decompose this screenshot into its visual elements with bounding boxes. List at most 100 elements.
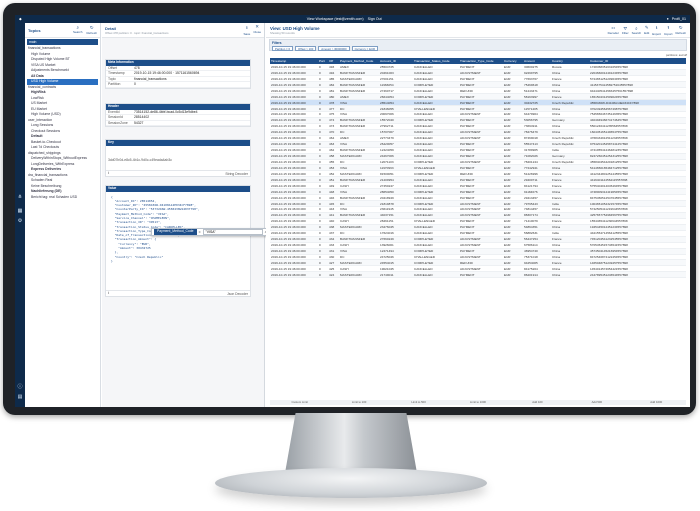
filter-field-chip[interactable]: Payment_Method_Code: [154, 229, 197, 235]
detail-subtitle: Offset 478 partition: 0 · topic: financi…: [105, 30, 169, 35]
top-bar: ◆ View Workspace (test@zenith.com) Sign …: [15, 15, 690, 23]
grid-icon[interactable]: ▦: [18, 209, 23, 214]
header-key: SessionId: [108, 115, 123, 119]
table-cell: 424: [328, 271, 339, 279]
table-row[interactable]: 2019-10-15 19:46:00.000 0 424 MASTERCARD 217…: [270, 271, 686, 279]
limit-button[interactable]: Limit to 1000: [448, 400, 507, 405]
filter-chip[interactable]: Offset > 100: [295, 46, 317, 51]
topics-header: Topics ⌕ Search ↻ Refresh: [25, 23, 100, 38]
limit-button[interactable]: Limit to 500: [389, 400, 448, 405]
sign-out-link[interactable]: Sign Out: [368, 17, 382, 21]
info-icon[interactable]: ⓘ: [18, 385, 23, 390]
meta-row: Partition 0: [106, 82, 250, 88]
download-value-icon[interactable]: ⭳: [108, 291, 109, 297]
value-card: Value { "Account_ID": 28514054, "Custome…: [105, 185, 251, 297]
user-icon: ●: [666, 17, 669, 21]
json-decoder-button[interactable]: Json Decoder: [227, 292, 248, 296]
save-label: Save: [243, 32, 251, 36]
refresh-button[interactable]: ↻ Refresh: [675, 25, 686, 35]
header-card: Header EventId 73514152-de86-4bbf-bcad-0c…: [105, 103, 251, 127]
table-cell: 2019-10-15 19:46:00.000: [270, 271, 318, 279]
header-key: SessionZone: [108, 120, 128, 125]
limit-button[interactable]: Limit to 100: [329, 400, 388, 405]
filter-chip[interactable]: Amount > 30000000: [318, 46, 350, 51]
view-title[interactable]: View: USD High Volume: [270, 26, 320, 31]
search-label: Search: [631, 30, 642, 35]
table-cell: EUR: [503, 271, 523, 279]
filter-button[interactable]: ⛛ Filter: [622, 26, 629, 35]
header-value: 73514152-de86-4bbf-bcad-0c5d13e9dbe4: [134, 109, 198, 114]
save-button[interactable]: ⭳ Save: [243, 24, 250, 36]
edit-label: Edit: [644, 31, 650, 35]
view-panel: View: USD High Volume Showing 50 records…: [266, 23, 690, 407]
close-button[interactable]: ✕ Close: [253, 24, 261, 36]
meta-card: Meta Information Offset 478 Timestamp 2019…: [105, 59, 251, 89]
table-cell: PAYMENT: [459, 271, 503, 279]
user-name[interactable]: Profil_01: [672, 17, 686, 21]
export-icon: ⭳: [655, 25, 658, 30]
monitor-bezel: ◆ View Workspace (test@zenith.com) Sign …: [3, 3, 696, 415]
filter-value-input[interactable]: "VISA": [202, 229, 263, 235]
view-subtitle: Showing 50 records: [270, 30, 295, 35]
table-footer: Custom Limit Limit to 100 Limit to 500 Limi…: [270, 400, 686, 405]
filter-chip[interactable]: Currency = EUR: [351, 46, 379, 51]
topics-refresh-button[interactable]: ↻ Refresh: [86, 25, 97, 35]
meta-value: 0: [134, 82, 136, 86]
refresh-label: Refresh: [86, 31, 97, 35]
limit-button[interactable]: Add 500: [567, 400, 626, 405]
filter-chip[interactable]: Partition = 0: [272, 46, 294, 51]
table-cell: 0: [318, 271, 328, 279]
app-logo-icon[interactable]: ◆: [19, 17, 22, 21]
value-card-footer: ⭳ Json Decoder: [106, 290, 250, 296]
import-icon: ⭱: [667, 25, 670, 30]
table-cell: 21749011: [379, 271, 413, 279]
filters-bar: Filters Partition = 0 Offset > 100 Amount …: [269, 39, 687, 51]
detail-header: Detail Offset 478 partition: 0 · topic: …: [102, 23, 264, 38]
meta-key: Topic: [108, 76, 116, 81]
key-value[interactable]: 3dd07b0d-e8c5-4b1c-9d0c-c49eada4ab3c: [106, 146, 250, 162]
table-cell: CANCELLED: [413, 271, 459, 279]
records-table: Timestamp Part Off Payment_Method_Code Accou…: [270, 58, 686, 279]
filter-popup: Payment_Method_Code = "VISA" ⌕ ⊕: [151, 228, 285, 236]
header-value: 28514402: [134, 115, 150, 119]
edit-button[interactable]: ✎ Edit: [644, 25, 649, 35]
meta-key: Offset: [108, 65, 117, 70]
monitor-stand-base: [215, 468, 487, 498]
key-card: Key 3dd07b0d-e8c5-4b1c-9d0c-c49eada4ab3c…: [105, 139, 251, 177]
left-rail: ⋔ ▦ ⚙ ⓘ ▤: [15, 23, 25, 407]
decoder-button[interactable]: ⚏ Decoder: [608, 25, 619, 35]
topic-tree: financial_transactions High Volume Dispute…: [25, 46, 100, 200]
limit-button[interactable]: Add 100: [508, 400, 567, 405]
search-button[interactable]: ⌕ Search: [632, 26, 642, 35]
refresh-label: Refresh: [675, 31, 686, 35]
decoder-label: Decoder: [607, 31, 619, 35]
sort-info[interactable]: partitions: asc/off: [666, 53, 687, 57]
topics-title[interactable]: Topics: [28, 28, 41, 33]
download-key-icon[interactable]: ⭳: [108, 171, 109, 177]
header-key: EventId: [108, 109, 120, 114]
string-decoder-button[interactable]: String Decoder: [225, 172, 248, 176]
header-row: SessionZone 54327: [106, 120, 250, 126]
header-value: 54327: [134, 120, 144, 125]
topic-view-item[interactable]: Bericht tag: real Schaden USD: [27, 195, 98, 201]
meta-value: financial_transactions: [134, 76, 167, 81]
table-body: 2019-10-15 19:46:00.000 0 493 AMEX 25504725 C…: [270, 64, 686, 279]
meta-value: 478: [134, 65, 140, 70]
chat-icon[interactable]: ▤: [18, 395, 23, 400]
table-cell: MASTERCARD: [339, 271, 379, 279]
close-label: Close: [253, 30, 261, 34]
table-cell: China: [551, 271, 589, 279]
limit-button[interactable]: Custom Limit: [270, 400, 329, 405]
meta-value: 2019-10-15 19:46:00.000 · 1571161560694: [134, 71, 200, 75]
filter-operator[interactable]: =: [199, 230, 201, 234]
topics-panel: Topics ⌕ Search ↻ Refresh main financial_t…: [25, 23, 101, 407]
settings-icon[interactable]: ⚙: [18, 219, 23, 224]
export-button[interactable]: ⭳ Export: [652, 24, 661, 36]
topics-search-button[interactable]: ⌕ Search: [73, 25, 83, 35]
screen: ◆ View Workspace (test@zenith.com) Sign …: [15, 15, 690, 407]
topics-filter-input[interactable]: main: [27, 39, 98, 45]
limit-button[interactable]: Add 1000: [627, 400, 686, 405]
share-icon[interactable]: ⋔: [18, 195, 23, 200]
import-button[interactable]: ⭱ Import: [664, 24, 673, 36]
export-label: Export: [652, 32, 661, 36]
